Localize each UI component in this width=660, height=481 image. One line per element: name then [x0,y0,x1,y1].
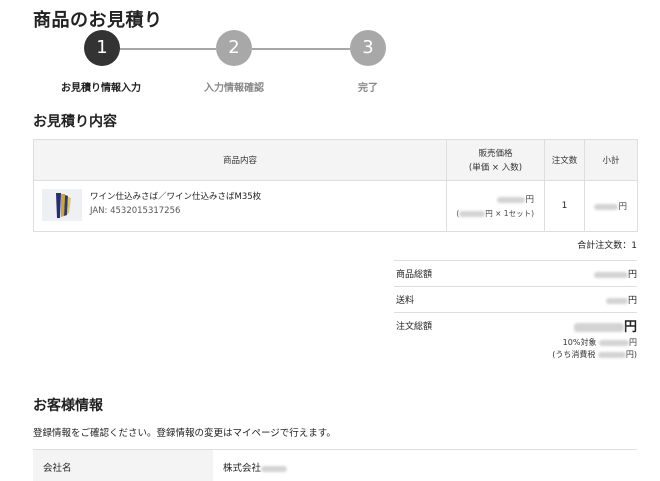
grand-total-row: 注文総額 円 10%対象 円 (うち消費税 円) [394,312,637,371]
step-2-label: 入力情報確認 [204,83,264,94]
redacted-value [599,339,629,346]
header-price-line2: (単価 × 入数) [468,163,523,173]
customer-section-title: お客様情報 [33,398,103,414]
customer-description: 登録情報をご確認ください。登録情報の変更はマイページで行えます。 [33,428,336,439]
redacted-value [605,297,628,304]
item-cell: ワイン仕込みさば／ワイン仕込みさばM35枚 JAN: 4532015317256 [33,180,447,232]
redacted-value [497,196,526,203]
step-3-circle: 3 [350,30,386,66]
quote-table: 商品内容 販売価格 (単価 × 入数) 注文数 小計 ワイン仕込みさば／ワイン仕… [33,139,638,232]
tax-target-line: 10%対象 円 [563,337,637,348]
redacted-value [261,465,288,472]
step-1-circle: 1 [84,30,120,66]
qty-cell: 1 [544,180,585,232]
unit-price-suffix: 円 [525,195,534,205]
header-qty: 注文数 [544,139,585,181]
redacted-value [593,271,628,278]
redacted-value [459,211,486,217]
step-3-label: 完了 [358,83,378,94]
step-1-label: お見積り情報入力 [61,83,141,94]
step-connector [118,48,216,50]
shipping-value: 円 [605,293,637,306]
shipping-label: 送料 [396,296,415,306]
shipping-row: 送料 円 [394,286,637,313]
tax-open: (うち消費税 [552,350,596,359]
header-item: 商品内容 [33,139,447,181]
quote-section-title: お見積り内容 [33,114,117,130]
header-subtotal: 小計 [584,139,638,181]
shipping-suffix: 円 [627,296,637,306]
company-label: 会社名 [43,463,72,474]
table-header-row: 商品内容 販売価格 (単価 × 入数) 注文数 小計 [33,139,638,181]
company-value: 株式会社 [223,460,288,474]
step-connector [252,48,350,50]
header-price: 販売価格 (単価 × 入数) [446,139,545,181]
grand-total-suffix: 円 [623,320,637,335]
step-2-circle: 2 [216,30,252,66]
redacted-value [597,351,626,358]
unit-breakdown: (円 × 1セット) [448,208,534,219]
price-cell: 円 (円 × 1セット) [446,180,545,232]
progress-stepper: 1 2 3 お見積り情報入力 入力情報確認 完了 [0,30,660,100]
tax-target-suffix: 円 [629,338,637,347]
unit-price: 円 [448,193,534,205]
goods-total-label: 商品総額 [396,270,433,280]
table-row: ワイン仕込みさば／ワイン仕込みさばM35枚 JAN: 4532015317256… [33,180,638,232]
grand-total-label: 注文総額 [396,322,433,332]
company-row: 会社名 株式会社 [33,449,637,481]
company-value-prefix: 株式会社 [223,463,262,474]
goods-total-row: 商品総額 円 [394,260,637,287]
header-price-line1: 販売価格 [478,149,513,159]
product-thumbnail[interactable] [42,189,82,221]
subtotal-suffix: 円 [618,202,627,212]
grand-total-value: 円 [573,316,637,335]
redacted-value [573,323,624,332]
product-image-icon [42,189,82,221]
unit-breakdown-suffix: 円 × 1セット) [485,209,534,218]
tax-target-label: 10%対象 [562,338,597,347]
item-name[interactable]: ワイン仕込みさば／ワイン仕込みさばM35枚 [90,190,261,202]
item-jan-code: JAN: 4532015317256 [90,206,181,216]
goods-total-suffix: 円 [627,270,637,280]
subtotal-cell: 円 [584,180,638,232]
tax-line: (うち消費税 円) [552,349,637,360]
tax-suffix: 円) [625,350,637,359]
redacted-value [594,203,619,210]
page-title: 商品のお見積り [33,10,163,31]
total-quantity: 合計注文数：1 [577,241,637,251]
company-label-cell: 会社名 [33,450,213,481]
goods-total-value: 円 [593,267,637,280]
